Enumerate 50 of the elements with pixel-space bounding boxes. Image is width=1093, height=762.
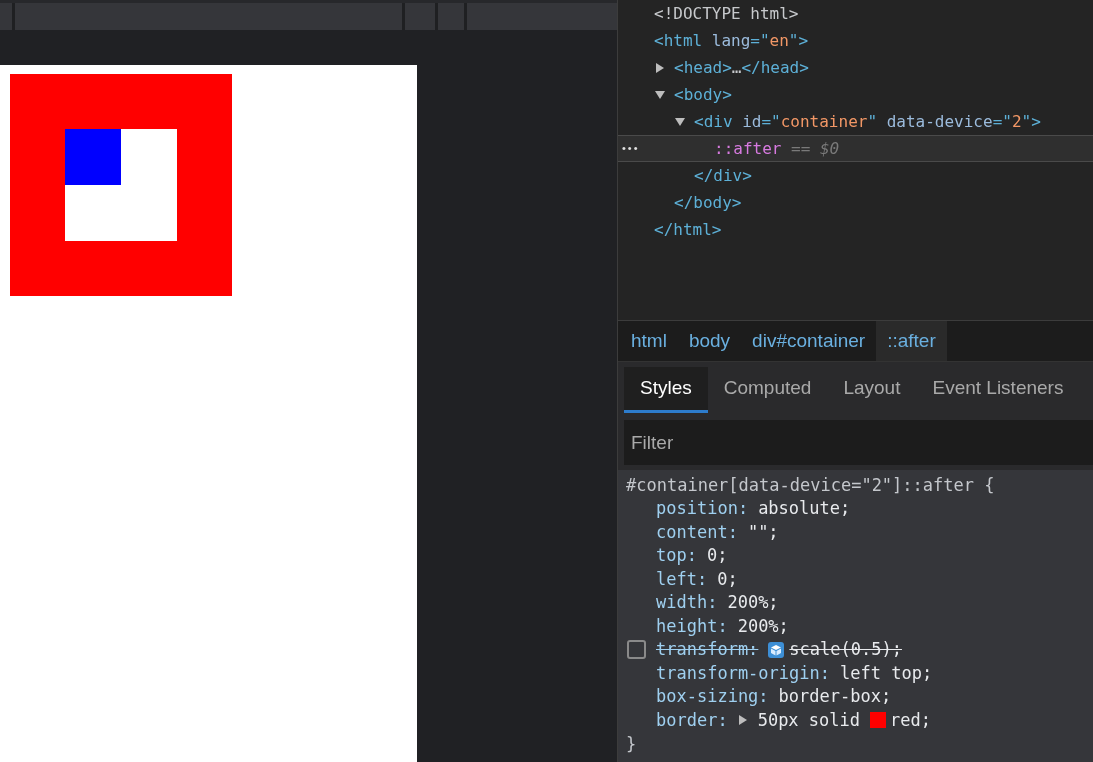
expanded-arrow-icon[interactable] (675, 116, 685, 127)
property-name[interactable]: position: (656, 496, 749, 522)
dom-node-line[interactable]: <head>…</head> (674, 55, 809, 80)
expand-arrow-icon[interactable] (737, 715, 748, 726)
property-value[interactable]: 50px solid (757, 707, 860, 733)
dom-node-line[interactable]: <div id="container" data-device="2"> (694, 109, 1041, 134)
property-name[interactable]: content: (656, 519, 738, 545)
property-name[interactable]: transform-origin: (656, 660, 830, 686)
breadcrumb-item[interactable]: html (620, 321, 678, 361)
property-value[interactable]: border-box; (778, 684, 892, 710)
property-value[interactable]: 200%; (737, 613, 789, 639)
property-name[interactable]: top: (656, 543, 697, 569)
dom-node-line[interactable]: </html> (654, 217, 722, 242)
breadcrumb-item[interactable]: div#container (741, 321, 877, 361)
panel-tab[interactable]: Styles (624, 367, 708, 413)
property-name[interactable]: left: (656, 566, 708, 592)
cube-icon[interactable] (768, 641, 785, 658)
property-value[interactable]: 200%; (727, 590, 779, 616)
breadcrumb-item[interactable]: body (677, 321, 742, 361)
property-value[interactable]: left top; (840, 660, 933, 686)
breadcrumb-item[interactable]: ::after (876, 321, 947, 361)
property-name[interactable]: width: (656, 590, 718, 616)
property-name[interactable]: height: (656, 613, 728, 639)
color-swatch[interactable] (870, 712, 886, 729)
dom-node-line[interactable]: </body> (674, 190, 742, 215)
expanded-arrow-icon[interactable] (655, 89, 665, 100)
property-value[interactable]: 0; (706, 543, 728, 569)
property-value[interactable]: ""; (747, 519, 779, 545)
checkbox[interactable] (627, 640, 646, 660)
dom-node-line[interactable]: ::after == $0 (714, 136, 840, 161)
dom-node-line[interactable]: <html lang="en"> (654, 28, 809, 53)
property-name[interactable]: box-sizing: (656, 684, 769, 710)
collapsed-arrow-icon[interactable] (655, 62, 665, 73)
property-value[interactable]: absolute; (758, 496, 851, 522)
dom-node-line[interactable]: <body> (674, 82, 732, 107)
dom-node-line[interactable]: </div> (694, 163, 752, 188)
property-name[interactable]: transform: (656, 637, 759, 663)
rule-selector: #container[data-device="2"]::after { (626, 474, 996, 497)
rule-closing-brace: } (626, 733, 637, 756)
panel-tab[interactable]: Event Listeners (916, 367, 1080, 413)
panel-tab[interactable]: Layout (827, 367, 917, 413)
property-name[interactable]: border: (656, 707, 728, 733)
more-icon[interactable]: ••• (622, 140, 640, 157)
filter-field[interactable]: Filter (624, 420, 1093, 465)
small-square (65, 129, 121, 185)
color-name: red; (890, 708, 931, 732)
panel-tab[interactable]: Computed (707, 367, 828, 413)
property-value[interactable]: 0; (717, 566, 738, 592)
dom-node-line[interactable]: <!DOCTYPE html> (654, 1, 799, 26)
property-value[interactable]: scale(0.5); (789, 637, 902, 663)
